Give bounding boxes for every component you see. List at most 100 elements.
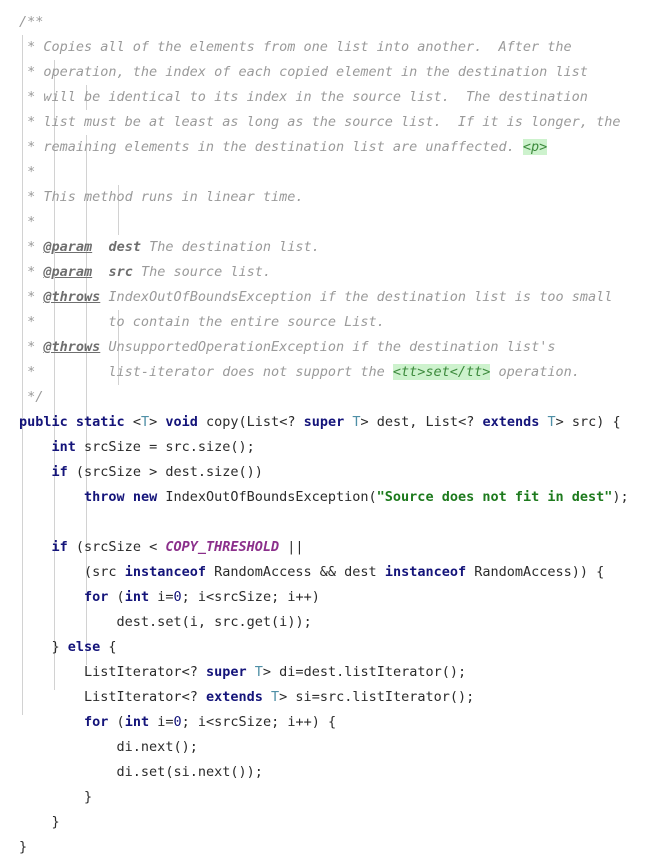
code-line[interactable]: } xyxy=(19,810,657,835)
comment-text: * xyxy=(19,339,44,355)
keyword-int: int xyxy=(51,439,76,455)
comment-text: * xyxy=(19,239,44,255)
variable-dest: dest xyxy=(344,564,377,580)
code-line[interactable]: * to contain the entire source List. xyxy=(19,310,657,335)
keyword-if: if xyxy=(51,539,68,555)
comment-text: * xyxy=(19,264,44,280)
code-line[interactable]: if (srcSize > dest.size()) xyxy=(19,460,657,485)
variable-srcSize: srcSize xyxy=(214,714,272,730)
parameter-dest: dest xyxy=(376,414,410,430)
code-line[interactable]: dest.set(i, src.get(i)); xyxy=(19,610,657,635)
comment-text: * will be identical to its index in the … xyxy=(19,89,588,105)
keyword-extends: extends xyxy=(482,414,540,430)
variable-i: i xyxy=(197,714,207,730)
code-line-blank[interactable] xyxy=(19,510,657,535)
javadoc-tag-throws: @throws xyxy=(43,289,101,305)
code-line[interactable]: int srcSize = src.size(); xyxy=(19,435,657,460)
code-line[interactable]: di.set(si.next()); xyxy=(19,760,657,785)
keyword-for: for xyxy=(84,714,109,730)
type-List: List xyxy=(425,414,459,430)
method-name-copy: copy xyxy=(197,414,239,430)
comment-text: * This method runs in linear time. xyxy=(19,189,304,205)
comment-text xyxy=(92,239,108,255)
parameter-src: src xyxy=(571,414,597,430)
keyword-new: new xyxy=(132,489,158,505)
code-editor-surface[interactable]: /** * Copies all of the elements from on… xyxy=(0,0,657,855)
variable-i: i xyxy=(197,589,207,605)
expression-src-listIterator: src.listIterator xyxy=(319,689,450,705)
type-IndexOutOfBoundsException: IndexOutOfBoundsException xyxy=(157,489,369,505)
keyword-if: if xyxy=(51,464,68,480)
code-line[interactable]: * list must be at least as long as the s… xyxy=(19,110,657,135)
code-line[interactable]: * will be identical to its index in the … xyxy=(19,85,657,110)
type-parameter-T: T xyxy=(352,414,361,430)
variable-i: i xyxy=(189,614,198,630)
comment-text: * xyxy=(19,164,36,180)
keyword-super: super xyxy=(303,414,345,430)
type-ListIterator: ListIterator xyxy=(84,664,182,680)
variable-i: i xyxy=(149,714,166,730)
expression-dest-set: dest.set xyxy=(116,614,182,630)
code-line[interactable]: */ xyxy=(19,385,657,410)
javadoc-param-name: src xyxy=(108,264,133,280)
comment-text: The source list. xyxy=(132,264,271,280)
javadoc-tag-param: @param xyxy=(43,264,93,280)
code-line[interactable]: * Copies all of the elements from one li… xyxy=(19,35,657,60)
code-line[interactable]: public static <T> void copy(List<? super… xyxy=(19,410,657,435)
keyword-throw: throw xyxy=(84,489,125,505)
code-line[interactable]: /** xyxy=(19,10,657,35)
code-line[interactable]: * remaining elements in the destination … xyxy=(19,135,657,160)
code-line[interactable]: * @throws UnsupportedOperationException … xyxy=(19,335,657,360)
code-line[interactable]: } else { xyxy=(19,635,657,660)
keyword-for: for xyxy=(84,589,109,605)
code-line[interactable]: * @throws IndexOutOfBoundsException if t… xyxy=(19,285,657,310)
code-line[interactable]: ListIterator<? extends T> si=src.listIte… xyxy=(19,685,657,710)
code-line[interactable]: ListIterator<? super T> di=dest.listIter… xyxy=(19,660,657,685)
keyword-super: super xyxy=(205,664,247,680)
code-line[interactable]: * xyxy=(19,160,657,185)
code-line[interactable]: throw new IndexOutOfBoundsException("Sou… xyxy=(19,485,657,510)
code-line[interactable]: * @param src The source list. xyxy=(19,260,657,285)
comment-text: * to contain the entire source List. xyxy=(19,314,385,330)
comment-text: * Copies all of the elements from one li… xyxy=(19,39,572,55)
javadoc-tag-param: @param xyxy=(43,239,93,255)
variable-di: di xyxy=(279,664,296,680)
expression-di-next: di.next xyxy=(116,739,174,755)
variable-srcSize: srcSize xyxy=(84,464,141,480)
comment-text: * operation, the index of each copied el… xyxy=(19,64,588,80)
expression-si-next: si.next xyxy=(173,764,231,780)
code-line[interactable]: * @param dest The destination list. xyxy=(19,235,657,260)
number-literal-zero: 0 xyxy=(173,589,182,605)
keyword-public: public xyxy=(19,414,68,430)
code-line[interactable]: * list-iterator does not support the <tt… xyxy=(19,360,657,385)
comment-text xyxy=(92,264,108,280)
keyword-int: int xyxy=(124,589,150,605)
type-RandomAccess: RandomAccess xyxy=(466,564,572,580)
variable-srcSize: srcSize xyxy=(214,589,272,605)
comment-text: * xyxy=(19,289,44,305)
code-line[interactable]: * xyxy=(19,210,657,235)
keyword-void: void xyxy=(165,414,198,430)
expression-src-size: src.size xyxy=(165,439,231,455)
variable-si: si xyxy=(295,689,312,705)
type-List: List xyxy=(246,414,280,430)
code-line[interactable]: for (int i=0; i<srcSize; i++) xyxy=(19,585,657,610)
keyword-else: else xyxy=(67,639,101,655)
variable-src: src xyxy=(92,564,117,580)
keyword-static: static xyxy=(75,414,125,430)
string-literal-exception-message: "Source does not fit in dest" xyxy=(376,489,613,505)
code-line[interactable]: } xyxy=(19,785,657,810)
javadoc-html-tag-p: <p> xyxy=(522,139,548,155)
variable-i: i xyxy=(149,589,166,605)
comment-close: */ xyxy=(19,389,44,405)
code-line[interactable]: * This method runs in linear time. xyxy=(19,185,657,210)
code-line[interactable]: di.next(); xyxy=(19,735,657,760)
code-line[interactable]: } xyxy=(19,835,657,860)
comment-text: operation. xyxy=(490,364,580,380)
type-parameter-T: T xyxy=(547,414,556,430)
code-line[interactable]: for (int i=0; i<srcSize; i++) { xyxy=(19,710,657,735)
code-line[interactable]: if (srcSize < COPY_THRESHOLD || xyxy=(19,535,657,560)
code-line[interactable]: * operation, the index of each copied el… xyxy=(19,60,657,85)
code-line[interactable]: (src instanceof RandomAccess && dest ins… xyxy=(19,560,657,585)
closing-brace: } xyxy=(19,839,28,855)
